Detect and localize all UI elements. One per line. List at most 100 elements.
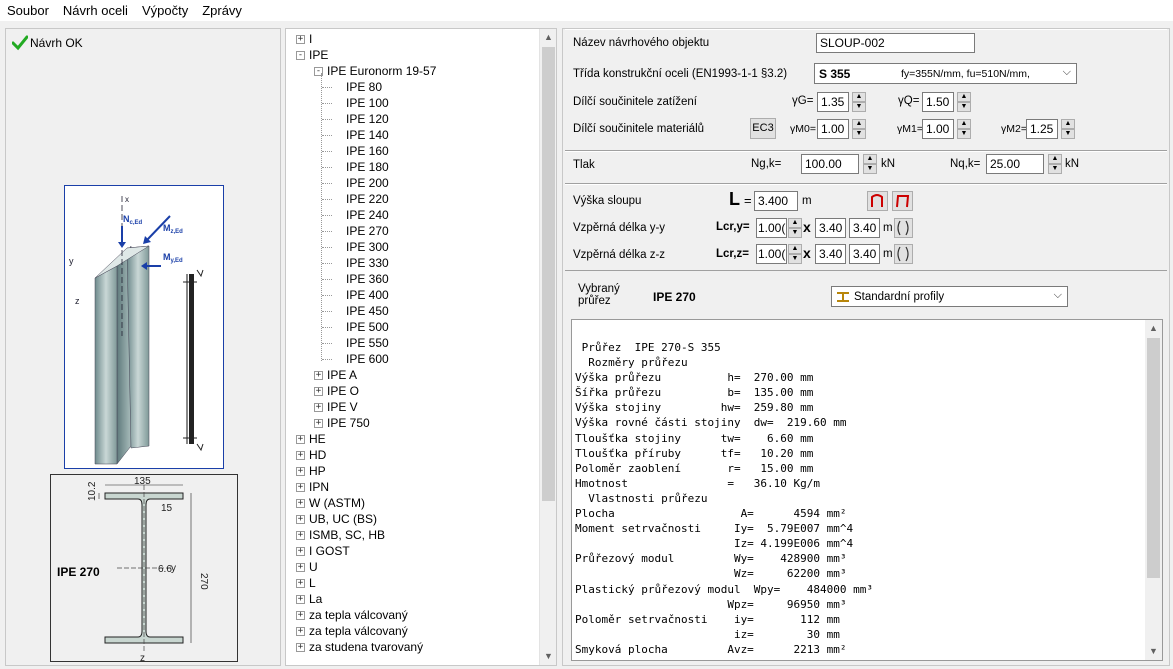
tree-item[interactable]: + La — [296, 591, 322, 607]
lcry-l-input[interactable]: 3.40 — [815, 218, 846, 238]
nqk-spinner[interactable]: ▲ ▼ — [1048, 154, 1062, 174]
expand-icon[interactable]: + — [296, 610, 305, 620]
expand-icon[interactable]: + — [314, 418, 323, 428]
tree-item[interactable]: + IPN — [296, 479, 329, 495]
gamma-m0-spinner[interactable]: ▲ ▼ — [852, 119, 866, 139]
tree-item[interactable]: + IPE V — [314, 399, 358, 415]
expand-icon[interactable]: + — [296, 546, 305, 556]
lcrz-factor-input[interactable]: 1.00( — [756, 244, 787, 264]
tree-item[interactable]: + IPE A — [314, 367, 357, 383]
tree-item[interactable]: IPE 500 — [346, 319, 389, 335]
tree-item[interactable]: + I GOST — [296, 543, 350, 559]
tree-item[interactable]: IPE 80 — [346, 79, 382, 95]
scroll-down-icon[interactable]: ▼ — [1145, 643, 1162, 660]
tree-item[interactable]: + I — [296, 31, 312, 47]
gamma-q-spinner[interactable]: ▲ ▼ — [957, 92, 971, 112]
tree-item[interactable]: + W (ASTM) — [296, 495, 365, 511]
ngk-spinner[interactable]: ▲ ▼ — [863, 154, 877, 174]
expand-icon[interactable]: + — [296, 594, 305, 604]
tree-item[interactable]: + UB, UC (BS) — [296, 511, 377, 527]
fixed-support-button[interactable] — [892, 191, 913, 211]
tree-scroll-thumb[interactable] — [542, 47, 555, 501]
expand-icon[interactable]: + — [296, 450, 305, 460]
gamma-m0-input[interactable]: 1.00 — [817, 119, 849, 139]
name-input[interactable]: SLOUP-002 — [816, 33, 975, 53]
tree-item[interactable]: + IPE O — [314, 383, 359, 399]
gamma-m2-input[interactable]: 1.25 — [1026, 119, 1058, 139]
scroll-up-icon[interactable]: ▲ — [1145, 320, 1162, 337]
tree-item[interactable]: IPE 600 — [346, 351, 389, 367]
tree-item[interactable]: + HP — [296, 463, 326, 479]
lcry-spinner[interactable]: ▲ ▼ — [788, 218, 802, 238]
ec3-button[interactable]: EC3 — [750, 118, 776, 139]
expand-icon[interactable]: + — [296, 34, 305, 44]
menu-vypocty[interactable]: Výpočty — [135, 0, 195, 21]
tree-scrollbar[interactable]: ▲ ▼ — [539, 29, 556, 665]
tree-item[interactable]: + IPE 750 — [314, 415, 370, 431]
pinned-support-button[interactable] — [867, 191, 888, 211]
report-scroll-thumb[interactable] — [1147, 338, 1160, 578]
tree-item[interactable]: IPE 120 — [346, 111, 389, 127]
expand-icon[interactable]: + — [296, 514, 305, 524]
tree-item[interactable]: + ISMB, SC, HB — [296, 527, 385, 543]
height-input[interactable]: 3.400 — [754, 191, 798, 211]
tree-item[interactable]: IPE 270 — [346, 223, 389, 239]
gamma-m2-spinner[interactable]: ▲ ▼ — [1061, 119, 1075, 139]
scroll-up-icon[interactable]: ▲ — [540, 29, 556, 46]
tree-item[interactable]: IPE 400 — [346, 287, 389, 303]
tree-item[interactable]: IPE 550 — [346, 335, 389, 351]
tree-item[interactable]: + HE — [296, 431, 326, 447]
menu-zpravy[interactable]: Zprávy — [195, 0, 249, 21]
tree-item[interactable]: IPE 330 — [346, 255, 389, 271]
steel-class-select[interactable]: S 355 fy=355N/mm, fu=510N/mm, ⌵ — [814, 63, 1077, 84]
gamma-g-input[interactable]: 1.35 — [817, 92, 849, 112]
tree-item[interactable]: + L — [296, 575, 316, 591]
tree-item[interactable]: + U — [296, 559, 318, 575]
nqk-input[interactable]: 25.00 — [986, 154, 1044, 174]
tree-item[interactable]: IPE 100 — [346, 95, 389, 111]
buckling-y-mode-button[interactable] — [894, 218, 913, 238]
menu-navrh-oceli[interactable]: Návrh oceli — [56, 0, 135, 21]
tree-item[interactable]: + za tepla válcovaný — [296, 607, 408, 623]
expand-icon[interactable]: + — [296, 482, 305, 492]
profile-source-select[interactable]: Standardní profily ⌵ — [831, 286, 1068, 307]
menu-soubor[interactable]: Soubor — [0, 0, 56, 21]
tree-item[interactable]: IPE 200 — [346, 175, 389, 191]
expand-icon[interactable]: + — [296, 578, 305, 588]
tree-item[interactable]: - IPE — [296, 47, 328, 63]
gamma-g-spinner[interactable]: ▲ ▼ — [852, 92, 866, 112]
gamma-m1-spinner[interactable]: ▲ ▼ — [957, 119, 971, 139]
expand-icon[interactable]: + — [314, 370, 323, 380]
tree-item[interactable]: IPE 140 — [346, 127, 389, 143]
expand-icon[interactable]: + — [314, 402, 323, 412]
tree-item[interactable]: IPE 360 — [346, 271, 389, 287]
expand-icon[interactable]: + — [296, 642, 305, 652]
expand-icon[interactable]: + — [314, 386, 323, 396]
lcrz-l-input[interactable]: 3.40 — [815, 244, 846, 264]
buckling-z-mode-button[interactable] — [894, 244, 913, 264]
tree-item[interactable]: IPE 450 — [346, 303, 389, 319]
report-scrollbar[interactable]: ▲ ▼ — [1145, 320, 1162, 660]
scroll-down-icon[interactable]: ▼ — [540, 648, 556, 665]
expand-icon[interactable]: + — [296, 498, 305, 508]
expand-icon[interactable]: + — [296, 434, 305, 444]
expand-icon[interactable]: + — [296, 466, 305, 476]
tree-item[interactable]: + za studena tvarovaný — [296, 639, 423, 655]
tree-item[interactable]: IPE 300 — [346, 239, 389, 255]
tree-item[interactable]: + za tepla válcovaný — [296, 623, 408, 639]
tree-item[interactable]: IPE 240 — [346, 207, 389, 223]
tree-item[interactable]: IPE 180 — [346, 159, 389, 175]
expand-icon[interactable]: + — [296, 626, 305, 636]
lcry-factor-input[interactable]: 1.00( — [756, 218, 787, 238]
gamma-m1-input[interactable]: 1.00 — [922, 119, 954, 139]
lcrz-spinner[interactable]: ▲ ▼ — [788, 244, 802, 264]
tree-item[interactable]: - IPE Euronorm 19-57 — [314, 63, 436, 79]
expand-icon[interactable]: + — [296, 530, 305, 540]
collapse-icon[interactable]: - — [296, 50, 305, 60]
ngk-input[interactable]: 100.00 — [801, 154, 859, 174]
tree-item[interactable]: IPE 160 — [346, 143, 389, 159]
gamma-q-input[interactable]: 1.50 — [922, 92, 954, 112]
tree-item[interactable]: + HD — [296, 447, 326, 463]
expand-icon[interactable]: + — [296, 562, 305, 572]
tree-item[interactable]: IPE 220 — [346, 191, 389, 207]
